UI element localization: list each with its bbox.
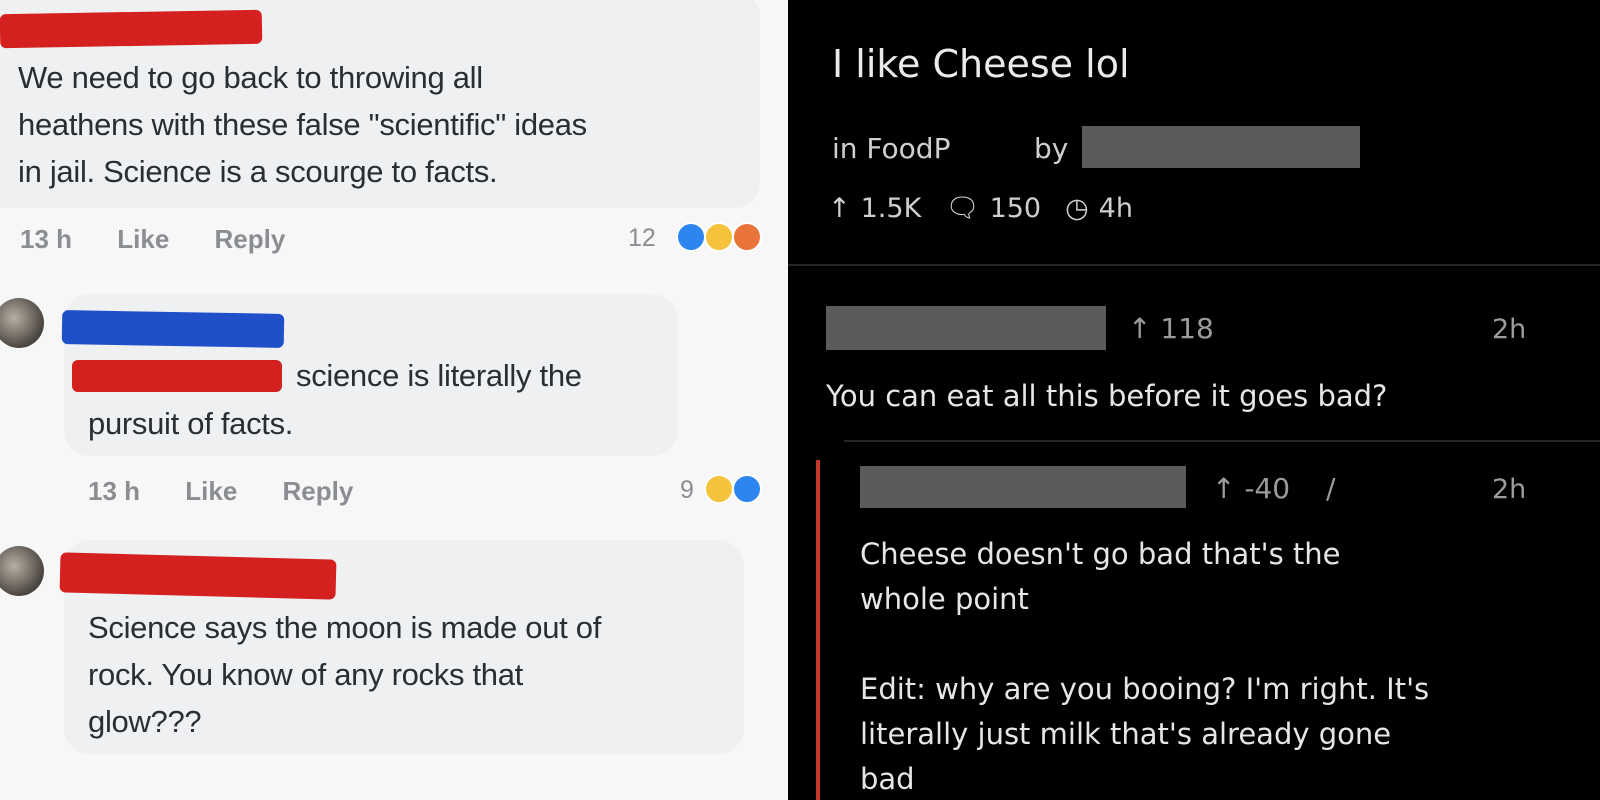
like-reaction-icon [732, 474, 762, 504]
avatar[interactable] [0, 546, 44, 596]
facebook-comments-panel: We need to go back to throwing all heath… [0, 0, 788, 800]
up-arrow-icon[interactable]: ↑ [828, 193, 851, 224]
redacted-mention [72, 360, 282, 392]
post-age: 4h [1098, 192, 1133, 224]
comment-text: pursuit of facts. [88, 406, 294, 441]
post-subreddit[interactable]: in FoodP [832, 132, 950, 165]
redacted-name [61, 310, 285, 348]
post-title[interactable]: I like Cheese lol [832, 42, 1130, 86]
comment-meta: 13 h Like Reply [20, 224, 323, 255]
comment-bubble-icon[interactable]: 🗨︎ [945, 192, 979, 224]
pencil-icon: / [1326, 472, 1336, 505]
comment-text: science is literally the [296, 358, 582, 393]
like-reaction-icon [676, 222, 706, 252]
reaction-count[interactable]: 12 [628, 224, 656, 253]
comment-text: We need to go back to throwing all heath… [18, 60, 587, 189]
reaction-count[interactable]: 9 [680, 476, 694, 505]
angry-reaction-icon [732, 222, 762, 252]
comment-text: Cheese doesn't go bad that's the whole p… [860, 537, 1430, 796]
reply-link[interactable]: Reply [283, 476, 354, 506]
comment-time: 13 h [88, 476, 141, 506]
clock-icon: ◷ [1065, 192, 1089, 224]
section-divider [788, 264, 1600, 266]
thread-line[interactable] [816, 460, 820, 800]
redacted-username [1082, 126, 1360, 168]
comment-text: Science says the moon is made out of roc… [88, 610, 602, 739]
comment-score[interactable]: ↑ -40 [1212, 472, 1290, 505]
comment-time: 2h [1492, 314, 1527, 345]
reddit-post-panel: I like Cheese lol in FoodP by ↑ 1.5K 🗨︎ … [788, 0, 1600, 800]
haha-reaction-icon [704, 222, 734, 252]
redacted-username [826, 306, 1106, 350]
upvote-count: 1.5K [860, 192, 922, 224]
like-link[interactable]: Like [117, 224, 169, 254]
avatar[interactable] [0, 298, 44, 348]
comment-text: You can eat all this before it goes bad? [826, 379, 1388, 413]
post-stats: ↑ 1.5K 🗨︎ 150 ◷ 4h [828, 192, 1133, 225]
redacted-username [860, 466, 1186, 508]
reply-link[interactable]: Reply [215, 224, 286, 254]
post-by-label: by [1034, 132, 1069, 165]
haha-reaction-icon [704, 474, 734, 504]
comment-time: 2h [1492, 474, 1527, 505]
comment-score[interactable]: ↑ 118 [1128, 312, 1214, 345]
comment-count: 150 [989, 192, 1042, 224]
comment-meta: 13 h Like Reply [88, 476, 391, 507]
comment-time: 13 h [20, 224, 73, 254]
redacted-name [0, 9, 263, 49]
redacted-name [59, 552, 337, 600]
comment-divider [844, 440, 1600, 442]
like-link[interactable]: Like [185, 476, 237, 506]
